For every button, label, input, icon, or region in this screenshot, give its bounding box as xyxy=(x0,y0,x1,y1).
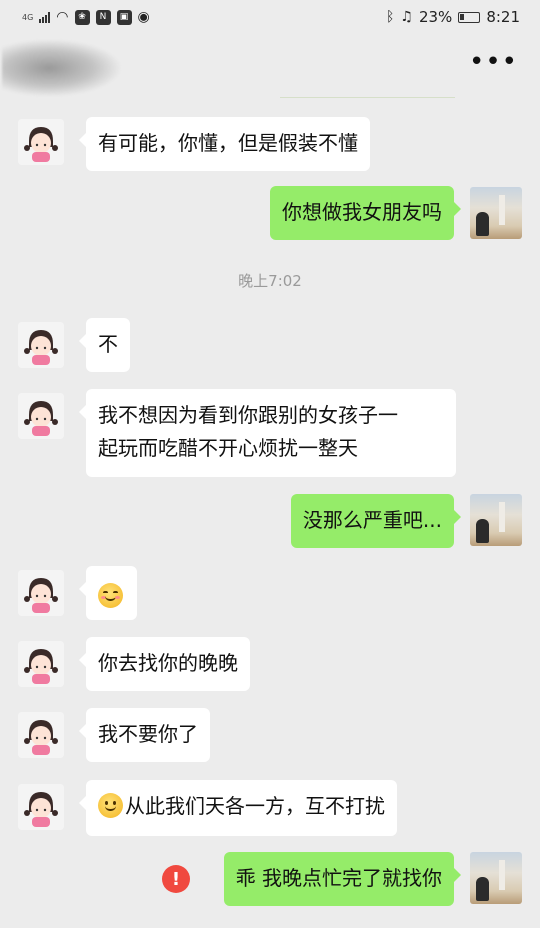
received-bubble[interactable]: 我不要你了 xyxy=(79,708,210,762)
status-bar: 4G ◠ ❀ N ▣ ◉ ᛒ ♫ 23% 8:21 xyxy=(0,0,540,34)
message-text: 没那么严重吧... xyxy=(302,508,442,532)
received-bubble[interactable]: 从此我们天各一方，互不打扰 xyxy=(79,780,397,836)
message-text: 乖 我晚点忙完了就找你 xyxy=(235,866,442,890)
avatar-person xyxy=(476,877,489,901)
avatar-building xyxy=(499,502,505,532)
sent-bubble[interactable]: 你想做我女朋友吗 xyxy=(270,186,461,240)
received-bubble[interactable]: 我不想因为看到你跟别的女孩子一 起玩而吃醋不开心烦扰一整天 xyxy=(79,389,456,477)
my-avatar[interactable] xyxy=(470,187,522,239)
contact-avatar[interactable] xyxy=(18,641,64,687)
status-right: ᛒ ♫ 23% 8:21 xyxy=(386,8,520,26)
battery-icon xyxy=(458,11,481,23)
message-text-line-2: 起玩而吃醋不开心烦扰一整天 xyxy=(98,436,358,460)
weibo-icon: ◉ xyxy=(137,9,150,25)
my-avatar[interactable] xyxy=(470,494,522,546)
message-text: 我不要你了 xyxy=(98,722,198,746)
contact-avatar[interactable] xyxy=(18,570,64,616)
message-text: 你想做我女朋友吗 xyxy=(282,200,442,224)
bluetooth-icon: ᛒ xyxy=(386,9,395,25)
avatar-person xyxy=(476,519,489,543)
sent-bubble[interactable]: 没那么严重吧... xyxy=(290,494,462,548)
network-type: 4G xyxy=(22,12,34,22)
avatar-building xyxy=(499,195,505,225)
contact-avatar[interactable] xyxy=(18,322,64,368)
blushing-smile-emoji xyxy=(98,583,123,608)
huawei-app-icon: ❀ xyxy=(74,9,90,25)
battery-percent: 23% xyxy=(418,8,453,26)
more-options-button[interactable]: ••• xyxy=(469,49,518,75)
status-left: 4G ◠ ❀ N ▣ ◉ xyxy=(22,9,150,25)
blurred-contact-name xyxy=(2,40,120,96)
contact-avatar[interactable] xyxy=(18,712,64,758)
avatar-building xyxy=(499,860,505,890)
contact-avatar[interactable] xyxy=(18,393,64,439)
sent-bubble[interactable]: 乖 我晚点忙完了就找你 xyxy=(223,852,462,906)
clock-time: 8:21 xyxy=(486,8,520,26)
message-text: 有可能，你懂，但是假装不懂 xyxy=(98,131,358,155)
chat-header: ••• xyxy=(0,34,540,98)
message-text: 从此我们天各一方，互不打扰 xyxy=(125,794,385,818)
signal-icon xyxy=(39,11,51,23)
slight-smile-emoji xyxy=(98,793,123,818)
shop-app-icon: ▣ xyxy=(116,9,132,25)
contact-avatar[interactable] xyxy=(18,119,64,165)
avatar-person xyxy=(476,212,489,236)
contact-avatar[interactable] xyxy=(18,784,64,830)
send-failed-icon[interactable]: ! xyxy=(162,865,190,893)
my-avatar[interactable] xyxy=(470,852,522,904)
message-text: 你去找你的晚晚 xyxy=(98,651,238,675)
received-bubble[interactable]: 不 xyxy=(79,318,130,372)
wifi-icon: ◠ xyxy=(56,9,69,25)
notification-app-icon: N xyxy=(95,9,111,25)
header-divider xyxy=(280,97,455,98)
received-bubble[interactable]: 有可能，你懂，但是假装不懂 xyxy=(79,117,370,171)
received-bubble[interactable]: 你去找你的晚晚 xyxy=(79,637,250,691)
mute-bell-icon: ♫ xyxy=(400,9,413,25)
message-text-line-1: 我不想因为看到你跟别的女孩子一 xyxy=(98,403,398,427)
message-text: 不 xyxy=(98,332,118,356)
received-bubble[interactable] xyxy=(79,566,137,620)
timestamp: 晚上7:02 xyxy=(238,272,302,290)
